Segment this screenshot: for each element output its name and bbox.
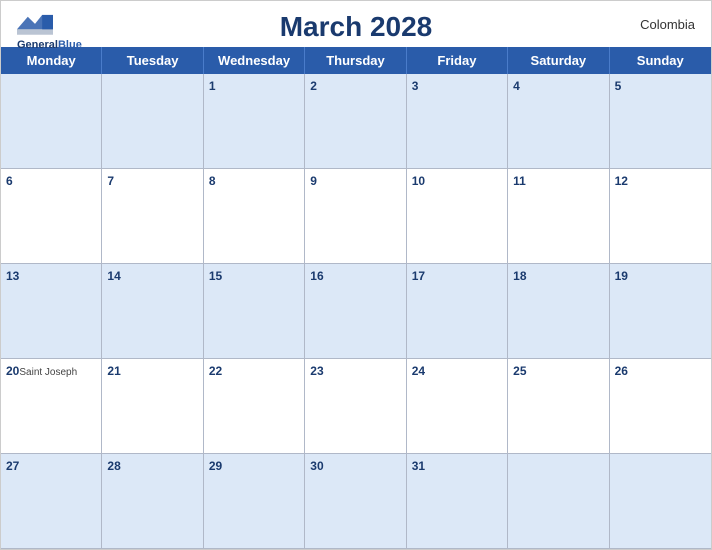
day-cell: 1: [204, 74, 305, 169]
day-header-tuesday: Tuesday: [102, 47, 203, 74]
day-number: 21: [107, 364, 120, 378]
day-header-friday: Friday: [407, 47, 508, 74]
month-title: March 2028: [280, 11, 433, 43]
day-cell: 15: [204, 264, 305, 359]
day-number: 11: [513, 174, 526, 188]
day-cell: 17: [407, 264, 508, 359]
day-cell: 16: [305, 264, 406, 359]
day-header-wednesday: Wednesday: [204, 47, 305, 74]
day-cell: 5: [610, 74, 711, 169]
day-number: 9: [310, 174, 317, 188]
day-cell: 8: [204, 169, 305, 264]
day-cell: 26: [610, 359, 711, 454]
day-number: 29: [209, 459, 222, 473]
day-cell: 9: [305, 169, 406, 264]
day-number: 5: [615, 79, 622, 93]
logo: GeneralBlue: [17, 11, 82, 53]
day-cell: 19: [610, 264, 711, 359]
day-cell: 23: [305, 359, 406, 454]
day-number: 18: [513, 269, 526, 283]
day-number: 13: [6, 269, 19, 283]
calendar-grid: 1234567891011121314151617181920Saint Jos…: [1, 74, 711, 549]
day-cell: 31: [407, 454, 508, 549]
day-cell: 21: [102, 359, 203, 454]
day-number: 8: [209, 174, 216, 188]
day-cell: 25: [508, 359, 609, 454]
day-number: 6: [6, 174, 13, 188]
calendar-header: GeneralBlue March 2028 Colombia: [1, 1, 711, 47]
day-cell: 22: [204, 359, 305, 454]
logo-blue-text: Blue: [58, 39, 82, 51]
day-cell: [102, 74, 203, 169]
country-label: Colombia: [640, 17, 695, 32]
day-cell: 12: [610, 169, 711, 264]
day-cell: [508, 454, 609, 549]
day-number: 27: [6, 459, 19, 473]
day-number: 12: [615, 174, 628, 188]
day-cell: 27: [1, 454, 102, 549]
day-number: 2: [310, 79, 317, 93]
day-cell: 6: [1, 169, 102, 264]
day-number: 22: [209, 364, 222, 378]
logo-icon: [17, 11, 53, 35]
day-cell: 18: [508, 264, 609, 359]
day-number: 10: [412, 174, 425, 188]
day-number: 19: [615, 269, 628, 283]
day-cell: 20Saint Joseph: [1, 359, 102, 454]
day-number: 16: [310, 269, 323, 283]
day-cell: 11: [508, 169, 609, 264]
logo-general: General: [17, 39, 58, 51]
day-cell: 3: [407, 74, 508, 169]
day-number: 3: [412, 79, 419, 93]
day-cell: 10: [407, 169, 508, 264]
day-headers: Monday Tuesday Wednesday Thursday Friday…: [1, 47, 711, 74]
day-number: 20: [6, 364, 19, 378]
day-number: 15: [209, 269, 222, 283]
day-number: 30: [310, 459, 323, 473]
calendar: GeneralBlue March 2028 Colombia Monday T…: [0, 0, 712, 550]
day-number: 23: [310, 364, 323, 378]
day-cell: 13: [1, 264, 102, 359]
day-cell: 4: [508, 74, 609, 169]
day-cell: 24: [407, 359, 508, 454]
day-cell: 29: [204, 454, 305, 549]
day-header-sunday: Sunday: [610, 47, 711, 74]
day-cell: 30: [305, 454, 406, 549]
day-cell: 14: [102, 264, 203, 359]
day-number: 25: [513, 364, 526, 378]
day-cell: 28: [102, 454, 203, 549]
event-label: Saint Joseph: [19, 367, 77, 378]
day-number: 31: [412, 459, 425, 473]
day-header-saturday: Saturday: [508, 47, 609, 74]
day-number: 7: [107, 174, 114, 188]
day-cell: [1, 74, 102, 169]
day-header-thursday: Thursday: [305, 47, 406, 74]
day-number: 1: [209, 79, 216, 93]
day-cell: [610, 454, 711, 549]
day-number: 4: [513, 79, 520, 93]
day-cell: 2: [305, 74, 406, 169]
day-number: 24: [412, 364, 425, 378]
day-cell: 7: [102, 169, 203, 264]
day-number: 28: [107, 459, 120, 473]
day-number: 17: [412, 269, 425, 283]
day-number: 14: [107, 269, 120, 283]
day-number: 26: [615, 364, 628, 378]
